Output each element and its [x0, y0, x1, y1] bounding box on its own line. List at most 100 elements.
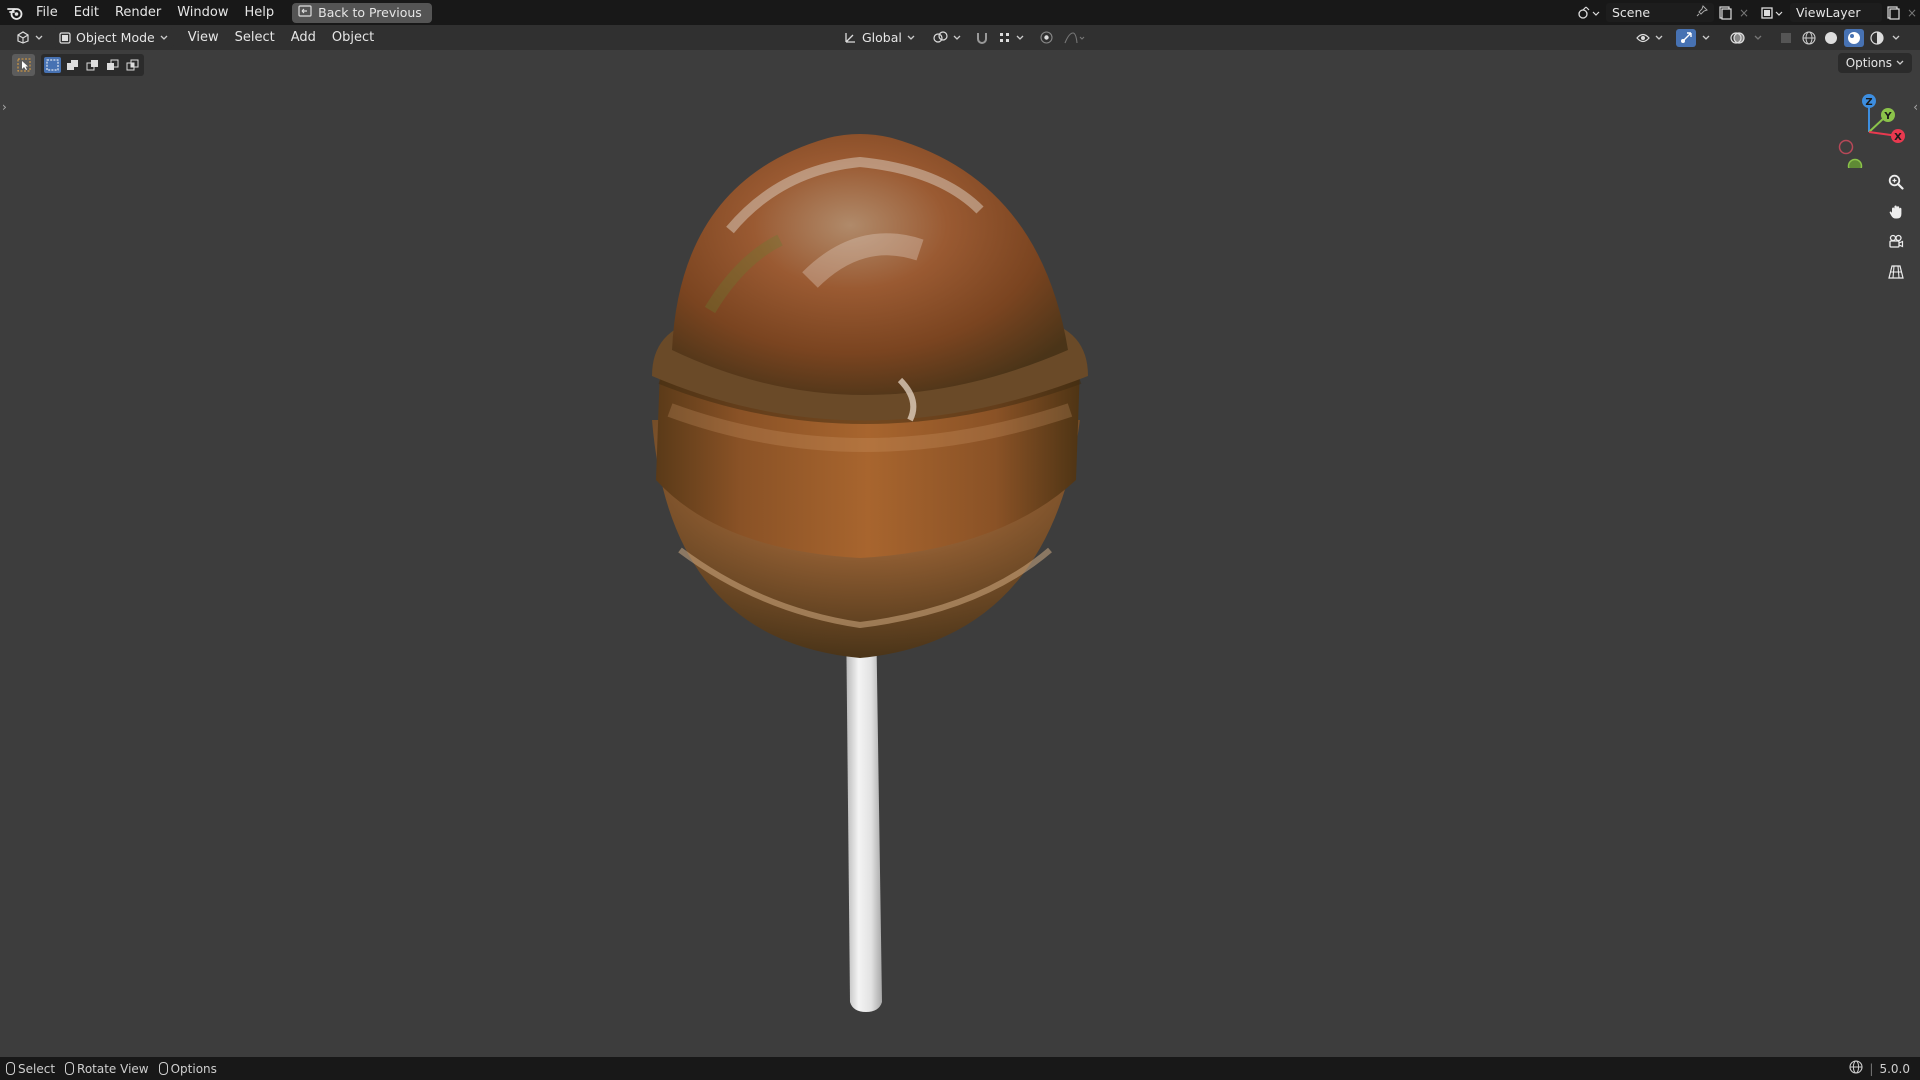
transform-orientation-dropdown[interactable]: Global [838, 28, 921, 48]
eye-icon [1636, 33, 1650, 42]
3d-viewport[interactable]: Options › ‹ Z Y X [0, 50, 1920, 1057]
editor-type-icon [17, 31, 29, 44]
header-menu-select[interactable]: Select [227, 30, 283, 45]
object-mode-icon [59, 31, 71, 44]
snap-toggle-icon[interactable] [973, 28, 991, 47]
tool-header [12, 54, 144, 76]
mouse-middle-icon [65, 1062, 75, 1075]
chevron-down-icon [1896, 60, 1904, 65]
delete-view-layer-icon[interactable]: × [1904, 3, 1920, 22]
wireframe-shading-icon[interactable] [1800, 28, 1818, 47]
mouse-left-icon [6, 1062, 15, 1075]
axis-neg-y-circle [1847, 158, 1863, 168]
proportional-falloff-icon[interactable] [1062, 28, 1088, 47]
scene-name-field[interactable]: Scene [1606, 3, 1714, 22]
options-label: Options [1845, 56, 1892, 70]
view-layer-selector-icon[interactable] [1758, 3, 1788, 22]
axis-z-label: Z [1865, 97, 1872, 108]
pin-icon[interactable] [1696, 5, 1708, 20]
selection-mode-group [41, 54, 144, 76]
menu-window[interactable]: Window [169, 2, 236, 24]
back-to-previous-label: Back to Previous [318, 5, 422, 20]
perspective-toggle-button[interactable] [1882, 258, 1910, 286]
header-menu-view[interactable]: View [180, 30, 227, 45]
transform-orientation-label: Global [862, 30, 902, 45]
new-scene-icon[interactable] [1714, 3, 1736, 22]
status-options-hint: Options [158, 1061, 217, 1076]
solid-shading-icon[interactable] [1822, 28, 1840, 47]
toolbar-expand-arrow-icon[interactable]: › [2, 100, 7, 114]
hand-pan-icon [1889, 205, 1902, 219]
material-preview-shading-icon[interactable] [1844, 28, 1864, 47]
overlays-dropdown-chevron-icon[interactable] [1752, 28, 1764, 47]
top-menu-bar: File Edit Render Window Help Back to Pre… [0, 0, 1920, 25]
header-menu-add[interactable]: Add [283, 30, 324, 45]
object-visibility-dropdown[interactable] [1633, 28, 1666, 48]
pan-view-button[interactable] [1882, 198, 1910, 226]
snap-increment-icon [999, 32, 1009, 42]
status-select-hint: Select [6, 1062, 55, 1076]
status-bar: Select Rotate View Options | 5.0.0 [0, 1057, 1920, 1080]
select-tool-button[interactable] [12, 54, 35, 76]
mode-dropdown[interactable]: Object Mode [53, 27, 174, 48]
chevron-down-icon [1016, 35, 1024, 40]
blender-version: 5.0.0 [1879, 1061, 1910, 1076]
chevron-down-icon [953, 35, 961, 40]
select-extend-mode-icon[interactable] [64, 57, 81, 73]
select-subtract-mode-icon[interactable] [84, 57, 101, 73]
xray-toggle-icon[interactable] [1776, 28, 1796, 47]
scene-selector-icon[interactable] [1574, 3, 1604, 22]
shading-dropdown-chevron-icon[interactable] [1890, 28, 1902, 47]
menu-help[interactable]: Help [237, 2, 283, 24]
options-dropdown[interactable]: Options [1837, 53, 1912, 73]
axis-x-label: X [1894, 132, 1902, 143]
gizmo-dropdown-chevron-icon[interactable] [1700, 28, 1712, 47]
status-select-label: Select [18, 1061, 56, 1076]
status-separator: | [1869, 1061, 1874, 1076]
scene-name: Scene [1612, 5, 1651, 20]
menu-render[interactable]: Render [107, 2, 169, 24]
proportional-editing-icon[interactable] [1038, 28, 1056, 47]
new-view-layer-icon[interactable] [1882, 3, 1904, 22]
menu-edit[interactable]: Edit [66, 2, 107, 24]
zoom-view-button[interactable] [1882, 168, 1910, 196]
network-globe-icon[interactable] [1849, 1060, 1863, 1077]
view-layer-name-field[interactable]: ViewLayer [1790, 3, 1882, 22]
pivot-point-icon [933, 31, 948, 43]
chevron-down-icon [35, 35, 43, 40]
chevron-down-icon [160, 35, 168, 40]
grid-perspective-icon [1888, 265, 1904, 279]
rendered-shading-icon[interactable] [1868, 28, 1886, 47]
chevron-down-icon [907, 35, 915, 40]
header-menu-object[interactable]: Object [324, 30, 382, 45]
magnifier-zoom-icon [1888, 174, 1904, 190]
select-intersect-mode-icon[interactable] [124, 57, 141, 73]
lollipop-model[interactable] [560, 80, 1140, 1030]
snap-target-dropdown[interactable] [997, 28, 1026, 48]
select-new-mode-icon[interactable] [44, 57, 61, 73]
camera-view-button[interactable] [1882, 228, 1910, 256]
overlays-toggle-icon[interactable] [1726, 28, 1748, 47]
editor-type-dropdown[interactable] [10, 28, 49, 48]
view-layer-name: ViewLayer [1796, 5, 1861, 20]
back-to-previous-button[interactable]: Back to Previous [292, 2, 432, 23]
axis-y-label: Y [1883, 111, 1892, 122]
cursor-arrow-icon [17, 58, 30, 72]
delete-scene-icon[interactable]: × [1736, 3, 1752, 22]
menu-file[interactable]: File [28, 2, 66, 24]
viewport-header: Object Mode View Select Add Object Globa… [0, 25, 1920, 50]
mouse-right-icon [158, 1062, 168, 1075]
camera-icon [1889, 234, 1904, 248]
gizmo-toggle-icon[interactable] [1676, 28, 1696, 47]
status-rotate-label: Rotate View [77, 1061, 149, 1076]
blender-logo-icon[interactable] [2, 0, 28, 25]
chevron-down-icon [1655, 35, 1663, 40]
navigation-gizmo[interactable]: Z Y X [1836, 88, 1916, 168]
pivot-point-dropdown[interactable] [927, 28, 967, 48]
axis-neg-x-circle [1838, 139, 1854, 155]
transform-orientation-icon [845, 33, 855, 43]
select-invert-mode-icon[interactable] [104, 57, 121, 73]
status-options-label: Options [170, 1061, 217, 1076]
back-screen-icon [298, 5, 312, 20]
mode-label: Object Mode [76, 30, 155, 45]
